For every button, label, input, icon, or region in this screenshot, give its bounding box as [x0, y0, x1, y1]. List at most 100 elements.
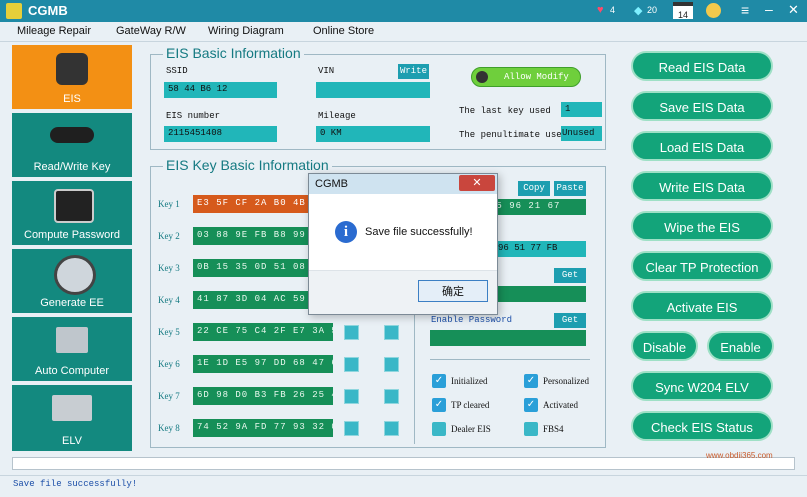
- load-eis-data-button[interactable]: Load EIS Data: [631, 131, 773, 161]
- printer-icon: [54, 255, 96, 295]
- mileage-field[interactable]: 0 KM: [316, 126, 430, 142]
- sidebar-item-label: Generate EE: [40, 297, 104, 309]
- last-key-field[interactable]: 1: [561, 102, 602, 117]
- save-eis-data-button[interactable]: Save EIS Data: [631, 91, 773, 121]
- ssid-label: SSID: [166, 66, 188, 76]
- allow-modify-toggle[interactable]: Allow Modify: [471, 67, 581, 87]
- sidebar-item-compute-password[interactable]: Compute Password: [12, 181, 132, 245]
- sync-w204-elv-button[interactable]: Sync W204 ELV: [631, 371, 773, 401]
- key-select-box[interactable]: [384, 325, 399, 340]
- sidebar-item-label: Read/Write Key: [33, 161, 111, 173]
- fbs4-label: FBS4: [543, 424, 564, 434]
- diamond-icon: ◆: [634, 5, 643, 17]
- sidebar-item-elv[interactable]: ELV: [12, 385, 132, 451]
- hearts-count: 4: [610, 5, 616, 15]
- toggle-knob-icon: [476, 71, 488, 83]
- menu-mileage-repair[interactable]: Mileage Repair: [17, 25, 91, 37]
- sidebar-item-eis[interactable]: EIS: [12, 45, 132, 109]
- sidebar-item-read-write-key[interactable]: Read/Write Key: [12, 113, 132, 177]
- app-title: CGMB: [28, 3, 68, 18]
- activated-checkbox[interactable]: ✓: [524, 398, 538, 412]
- eis-number-label: EIS number: [166, 111, 221, 121]
- sidebar-item-auto-computer[interactable]: Auto Computer: [12, 317, 132, 381]
- sidebar-item-label: ELV: [62, 435, 82, 447]
- key-select-box[interactable]: [384, 357, 399, 372]
- smiley-icon[interactable]: [706, 3, 721, 18]
- write-eis-data-button[interactable]: Write EIS Data: [631, 171, 773, 201]
- key-label: Key 2: [158, 231, 180, 241]
- key-select-box[interactable]: [384, 389, 399, 404]
- key-label: Key 3: [158, 263, 180, 273]
- progress-bar: [12, 457, 795, 470]
- dealer-eis-checkbox[interactable]: [432, 422, 446, 436]
- minimize-icon[interactable]: –: [765, 1, 773, 17]
- key-select-box[interactable]: [384, 421, 399, 436]
- ssid-field[interactable]: 58 44 B6 12: [164, 82, 277, 98]
- menu-gateway-rw[interactable]: GateWay R/W: [116, 25, 186, 37]
- wipe-eis-button[interactable]: Wipe the EIS: [631, 211, 773, 241]
- copy-button[interactable]: Copy: [518, 181, 550, 196]
- activate-eis-button[interactable]: Activate EIS: [631, 291, 773, 321]
- divider: [430, 359, 590, 360]
- key-field-6[interactable]: 1E 1D E5 97 DD 68 47 6A: [193, 355, 333, 373]
- write-vin-button[interactable]: Write: [398, 64, 429, 79]
- key-icon: [56, 53, 88, 85]
- close-icon[interactable]: ✕: [788, 2, 799, 18]
- get-button-2[interactable]: Get: [554, 313, 586, 328]
- mileage-label: Mileage: [318, 111, 356, 121]
- key-label: Key 4: [158, 295, 180, 305]
- menu-wiring-diagram[interactable]: Wiring Diagram: [208, 25, 284, 37]
- clear-tp-protection-button[interactable]: Clear TP Protection: [631, 251, 773, 281]
- sidebar-item-label: Auto Computer: [35, 365, 109, 377]
- paste-button[interactable]: Paste: [554, 181, 586, 196]
- personalized-checkbox[interactable]: ✓: [524, 374, 538, 388]
- diamonds-count: 20: [647, 5, 658, 15]
- app-logo-icon: [6, 3, 22, 19]
- read-eis-data-button[interactable]: Read EIS Data: [631, 51, 773, 81]
- laptop-icon: [54, 189, 94, 223]
- key-label: Key 1: [158, 199, 180, 209]
- allow-modify-label: Allow Modify: [504, 72, 569, 82]
- enable-button[interactable]: Enable: [707, 331, 774, 361]
- activated-label: Activated: [543, 400, 578, 410]
- personalized-label: Personalized: [543, 376, 589, 386]
- sidebar-item-label: Compute Password: [24, 229, 120, 241]
- dialog-close-icon[interactable]: ✕: [459, 175, 495, 191]
- status-text: Save file successfully!: [13, 479, 138, 489]
- car-key-icon: [50, 127, 94, 143]
- title-bar: CGMB ♥ 4 ◆ 20 14 ≡ – ✕: [0, 0, 807, 22]
- key-select-box[interactable]: [344, 325, 359, 340]
- key-select-box[interactable]: [344, 357, 359, 372]
- penultimate-field[interactable]: Unused: [561, 126, 602, 141]
- calendar-icon[interactable]: 14: [673, 2, 693, 20]
- circuit-board-icon: [52, 395, 92, 421]
- fbs4-checkbox[interactable]: [524, 422, 538, 436]
- vin-field[interactable]: [316, 82, 430, 98]
- menu-online-store[interactable]: Online Store: [313, 25, 374, 37]
- key-field-5[interactable]: 22 CE 75 C4 2F E7 3A 59: [193, 323, 333, 341]
- dialog-message: Save file successfully!: [365, 226, 473, 238]
- eis-number-field[interactable]: 2115451408: [164, 126, 277, 142]
- key-field-8[interactable]: 74 52 9A FD 77 93 32 05: [193, 419, 333, 437]
- ok-button[interactable]: 确定: [418, 280, 488, 302]
- tp-cleared-label: TP cleared: [451, 400, 490, 410]
- heart-icon: ♥: [597, 4, 604, 16]
- sidebar-item-generate-ee[interactable]: Generate EE: [12, 249, 132, 313]
- key-field-7[interactable]: 6D 98 D0 B3 FB 26 25 46: [193, 387, 333, 405]
- key-select-box[interactable]: [344, 389, 359, 404]
- key-label: Key 7: [158, 391, 180, 401]
- get-button-1[interactable]: Get: [554, 268, 586, 283]
- enable-password-label: Enable Password: [431, 315, 513, 325]
- menu-bar: Mileage Repair GateWay R/W Wiring Diagra…: [0, 22, 807, 42]
- message-dialog: CGMB ✕ i Save file successfully! 确定: [308, 173, 498, 315]
- eis-basic-info-title: EIS Basic Information: [163, 45, 304, 61]
- last-key-label: The last key used: [459, 106, 551, 116]
- enable-password-field[interactable]: [430, 330, 586, 346]
- key-select-box[interactable]: [344, 421, 359, 436]
- disable-button[interactable]: Disable: [631, 331, 698, 361]
- menu-icon[interactable]: ≡: [741, 2, 749, 18]
- tp-cleared-checkbox[interactable]: ✓: [432, 398, 446, 412]
- eis-key-info-title: EIS Key Basic Information: [163, 157, 332, 173]
- check-eis-status-button[interactable]: Check EIS Status: [631, 411, 773, 441]
- initialized-checkbox[interactable]: ✓: [432, 374, 446, 388]
